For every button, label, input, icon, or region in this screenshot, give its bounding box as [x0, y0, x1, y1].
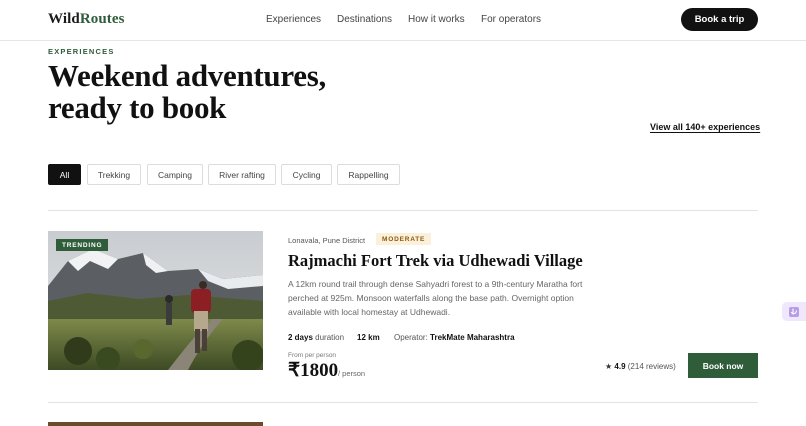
duration-meta: 2 days duration — [288, 333, 344, 342]
nav-experiences[interactable]: Experiences — [266, 14, 321, 25]
page-title-line1: Weekend adventures, — [48, 58, 326, 93]
filter-chip-trekking[interactable]: Trekking — [87, 164, 141, 185]
book-a-trip-button[interactable]: Book a trip — [681, 8, 758, 31]
price-caption: From per person — [288, 352, 337, 359]
page-title-line2: ready to book — [48, 90, 227, 125]
nav-for-operators[interactable]: For operators — [481, 14, 541, 25]
view-all-link[interactable]: View all 140+ experiences — [650, 122, 760, 132]
rating-value: 4.9 — [614, 362, 626, 371]
difficulty-badge: MODERATE — [376, 233, 432, 245]
operator-label: Operator: — [394, 333, 428, 342]
star-icon: ★ — [605, 362, 613, 371]
hand-pointer-icon[interactable] — [782, 302, 806, 321]
operator-meta: Operator: TrekMate Maharashtra — [394, 333, 515, 342]
book-now-button[interactable]: Book now — [688, 353, 758, 378]
filter-chip-camping[interactable]: Camping — [147, 164, 203, 185]
trending-badge: TRENDING — [56, 239, 109, 251]
experience-photo[interactable] — [48, 231, 263, 370]
section-eyebrow: EXPERIENCES — [48, 47, 115, 56]
experience-title[interactable]: Rajmachi Fort Trek via Udhewadi Village — [288, 251, 583, 271]
nav-destinations[interactable]: Destinations — [337, 14, 392, 25]
review-count: (214 reviews) — [627, 362, 676, 371]
duration-value: 2 days — [288, 333, 313, 342]
experience-description: A 12km round trail through dense Sahyadr… — [288, 279, 583, 317]
next-experience-photo[interactable] — [48, 422, 263, 426]
distance-value: 12 km — [357, 333, 380, 342]
operator-name: TrekMate Maharashtra — [430, 333, 515, 342]
duration-label: duration — [315, 333, 345, 342]
filter-chip-all[interactable]: All — [48, 164, 81, 185]
rating: ★ 4.9 (214 reviews) — [605, 362, 676, 371]
page-title: Weekend adventures, ready to book — [48, 60, 448, 124]
price-value: ₹1800 — [288, 360, 339, 381]
filter-chip-river-rafting[interactable]: River rafting — [208, 164, 276, 185]
divider — [48, 210, 758, 211]
price-unit: / person — [338, 369, 366, 378]
divider — [48, 402, 758, 403]
top-navigation-bar: WildRoutes Experiences Destinations How … — [0, 0, 806, 41]
filter-chip-cycling[interactable]: Cycling — [281, 164, 332, 185]
experience-location: Lonavala, Pune District — [288, 236, 366, 245]
filter-chip-rappelling[interactable]: Rappelling — [337, 164, 400, 185]
distance-meta: 12 km — [357, 333, 380, 342]
nav-how-it-works[interactable]: How it works — [408, 14, 465, 25]
